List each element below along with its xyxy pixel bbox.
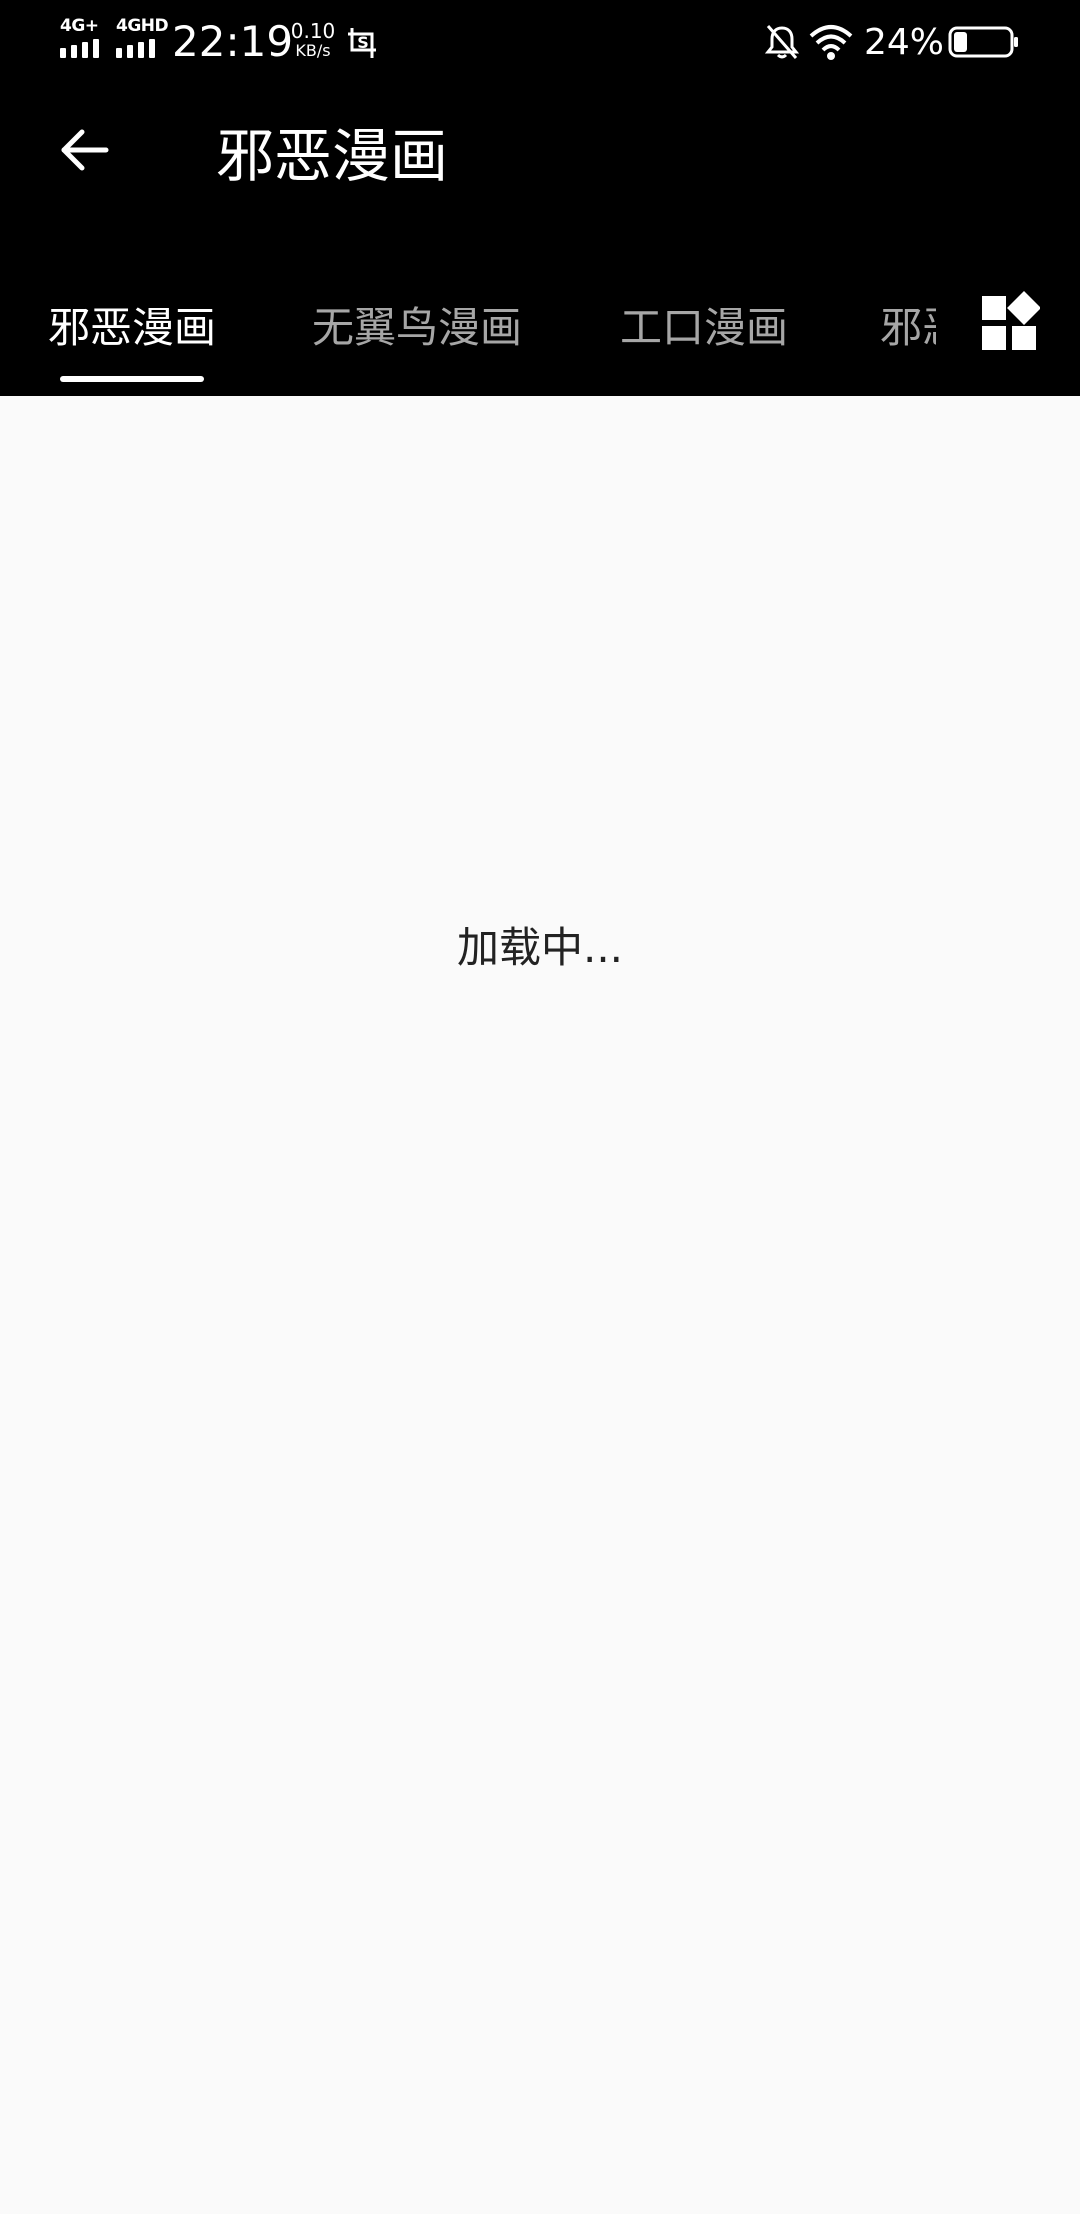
arrow-left-icon xyxy=(61,129,109,171)
network-speed-unit: KB/s xyxy=(295,41,331,60)
battery-percent: 24% xyxy=(864,22,945,63)
network-speed: 0.10 KB/s xyxy=(288,20,338,60)
loading-indicator: 加载中... xyxy=(456,923,624,972)
signal-icon: 4GHD xyxy=(116,16,169,60)
toolbar: 邪恶漫画 xyxy=(0,86,1080,256)
clock: 22:19 xyxy=(172,17,294,66)
category-grid-icon[interactable] xyxy=(978,290,1040,352)
network-type-label: 4GHD xyxy=(116,16,169,36)
network-type-label: 4G+ xyxy=(60,16,99,36)
scan-icon: S xyxy=(348,28,376,58)
page-title: 邪恶漫画 xyxy=(216,122,449,190)
svg-text:S: S xyxy=(357,33,369,52)
tab-bar: 邪恶漫画 无翼鸟漫画 工口漫画 邪恶 xyxy=(0,256,1080,396)
tab-wu-yi-niao-man-hua[interactable]: 无翼鸟漫画 xyxy=(312,298,522,358)
back-button[interactable] xyxy=(44,110,124,190)
tab-gong-kou-man-hua[interactable]: 工口漫画 xyxy=(620,298,788,358)
signal-icon: 4G+ xyxy=(60,18,110,60)
content-area: 加载中... xyxy=(0,396,1080,2214)
tab-xie-e-partial[interactable]: 邪恶 xyxy=(880,298,936,358)
tab-active-indicator xyxy=(60,376,204,382)
app-root: 4G+ 4GHD 22:19 0.10 KB/s S 24% 邪恶漫画 邪恶漫画… xyxy=(0,0,1080,2214)
tab-xie-e-man-hua[interactable]: 邪恶漫画 xyxy=(48,298,216,358)
wifi-icon xyxy=(809,25,853,60)
tab-partial-clip: 邪恶 xyxy=(880,286,936,366)
battery-level-fill xyxy=(954,32,967,52)
status-bar: 4G+ 4GHD 22:19 0.10 KB/s S 24% xyxy=(0,0,1080,86)
network-speed-value: 0.10 xyxy=(290,19,336,43)
battery-icon xyxy=(948,26,1018,58)
bell-mute-icon xyxy=(764,25,800,59)
